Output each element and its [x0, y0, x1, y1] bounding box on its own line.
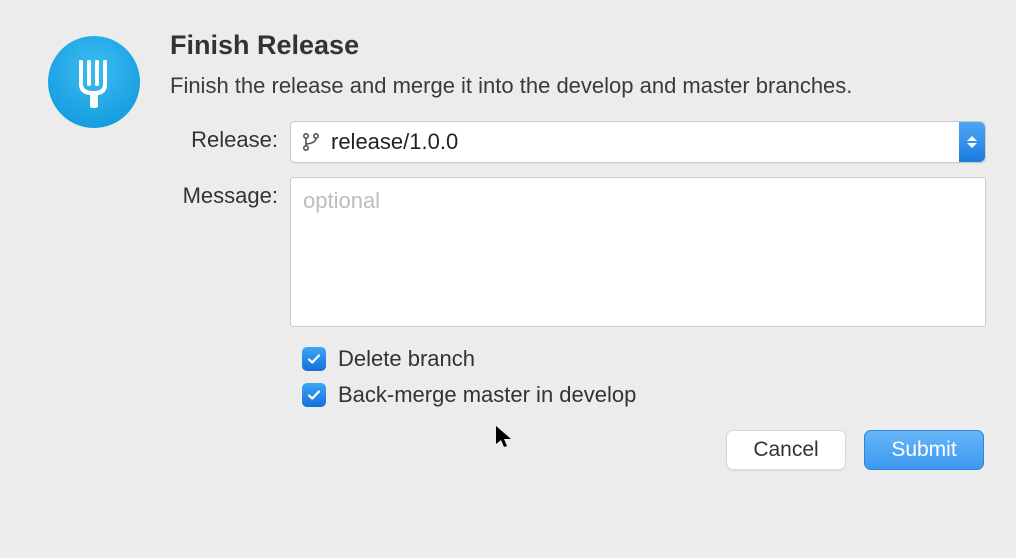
release-select[interactable]: release/1.0.0: [290, 121, 986, 163]
finish-release-dialog: Finish Release Finish the release and me…: [0, 0, 1016, 490]
cancel-button[interactable]: Cancel: [726, 430, 846, 470]
fork-app-icon: [48, 36, 140, 128]
content-column: Finish Release Finish the release and me…: [170, 30, 986, 470]
delete-branch-checkbox-row[interactable]: Delete branch: [302, 346, 986, 372]
icon-column: [30, 30, 170, 470]
release-row: Release: re: [170, 121, 986, 163]
message-textarea[interactable]: [290, 177, 986, 327]
message-row: Message:: [170, 177, 986, 332]
button-row: Cancel Submit: [170, 430, 986, 470]
back-merge-label: Back-merge master in develop: [338, 382, 636, 408]
submit-button[interactable]: Submit: [864, 430, 984, 470]
branch-icon: [301, 132, 321, 152]
checkbox-checked-icon: [302, 383, 326, 407]
dialog-title: Finish Release: [170, 30, 986, 61]
dialog-subtitle: Finish the release and merge it into the…: [170, 73, 986, 99]
release-label: Release:: [170, 121, 290, 153]
back-merge-checkbox-row[interactable]: Back-merge master in develop: [302, 382, 986, 408]
message-label: Message:: [170, 177, 290, 209]
delete-branch-label: Delete branch: [338, 346, 475, 372]
chevron-updown-icon: [959, 122, 985, 162]
checkbox-checked-icon: [302, 347, 326, 371]
release-value: release/1.0.0: [331, 129, 959, 155]
